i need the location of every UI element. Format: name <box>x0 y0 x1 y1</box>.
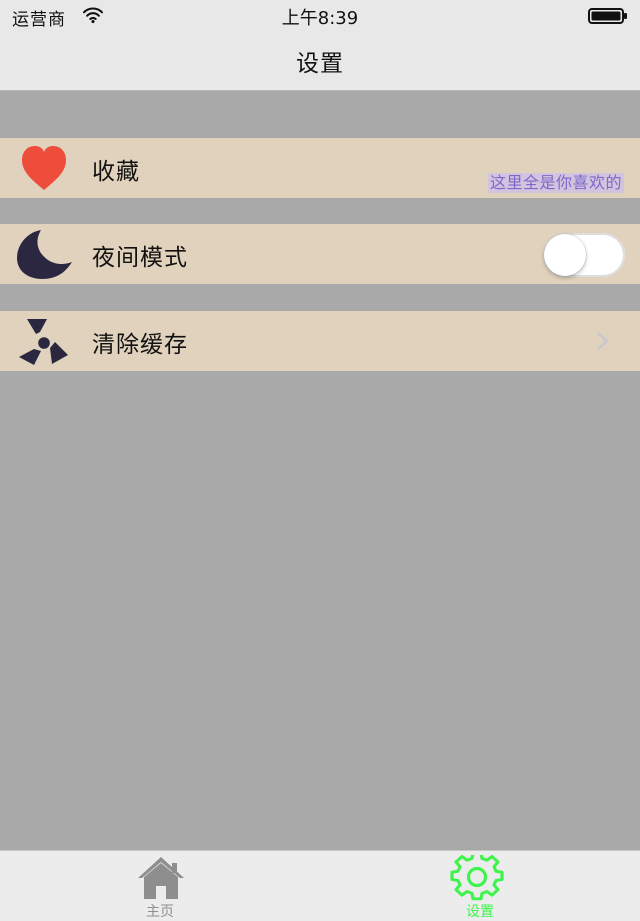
night-mode-label: 夜间模式 <box>92 245 188 271</box>
tab-bar: 主页 设置 <box>0 850 640 921</box>
page-title: 设置 <box>296 51 344 77</box>
tab-home[interactable]: 主页 <box>0 851 320 921</box>
tab-settings-label: 设置 <box>466 904 494 920</box>
status-bar: 运营商 上午8:39 <box>0 0 640 32</box>
favorites-row[interactable]: 收藏 这里全是你喜欢的 <box>0 138 640 198</box>
tab-home-label: 主页 <box>146 904 174 920</box>
heart-icon <box>22 146 66 190</box>
radiation-icon <box>19 319 68 365</box>
favorites-label: 收藏 <box>92 159 140 185</box>
moon-icon <box>17 230 72 279</box>
status-time: 上午8:39 <box>281 8 359 29</box>
night-mode-row: 夜间模式 <box>0 224 640 284</box>
nav-bar: 设置 <box>0 32 640 91</box>
night-mode-toggle[interactable] <box>543 233 625 277</box>
tab-settings[interactable]: 设置 <box>320 851 640 921</box>
chevron-right-icon <box>597 332 609 350</box>
home-icon <box>138 857 184 899</box>
toggle-knob <box>544 234 586 276</box>
gear-icon <box>450 855 504 901</box>
battery-icon <box>588 8 627 24</box>
clear-cache-row[interactable]: 清除缓存 <box>0 311 640 371</box>
clear-cache-label: 清除缓存 <box>92 332 188 358</box>
favorites-subtitle: 这里全是你喜欢的 <box>487 173 624 193</box>
